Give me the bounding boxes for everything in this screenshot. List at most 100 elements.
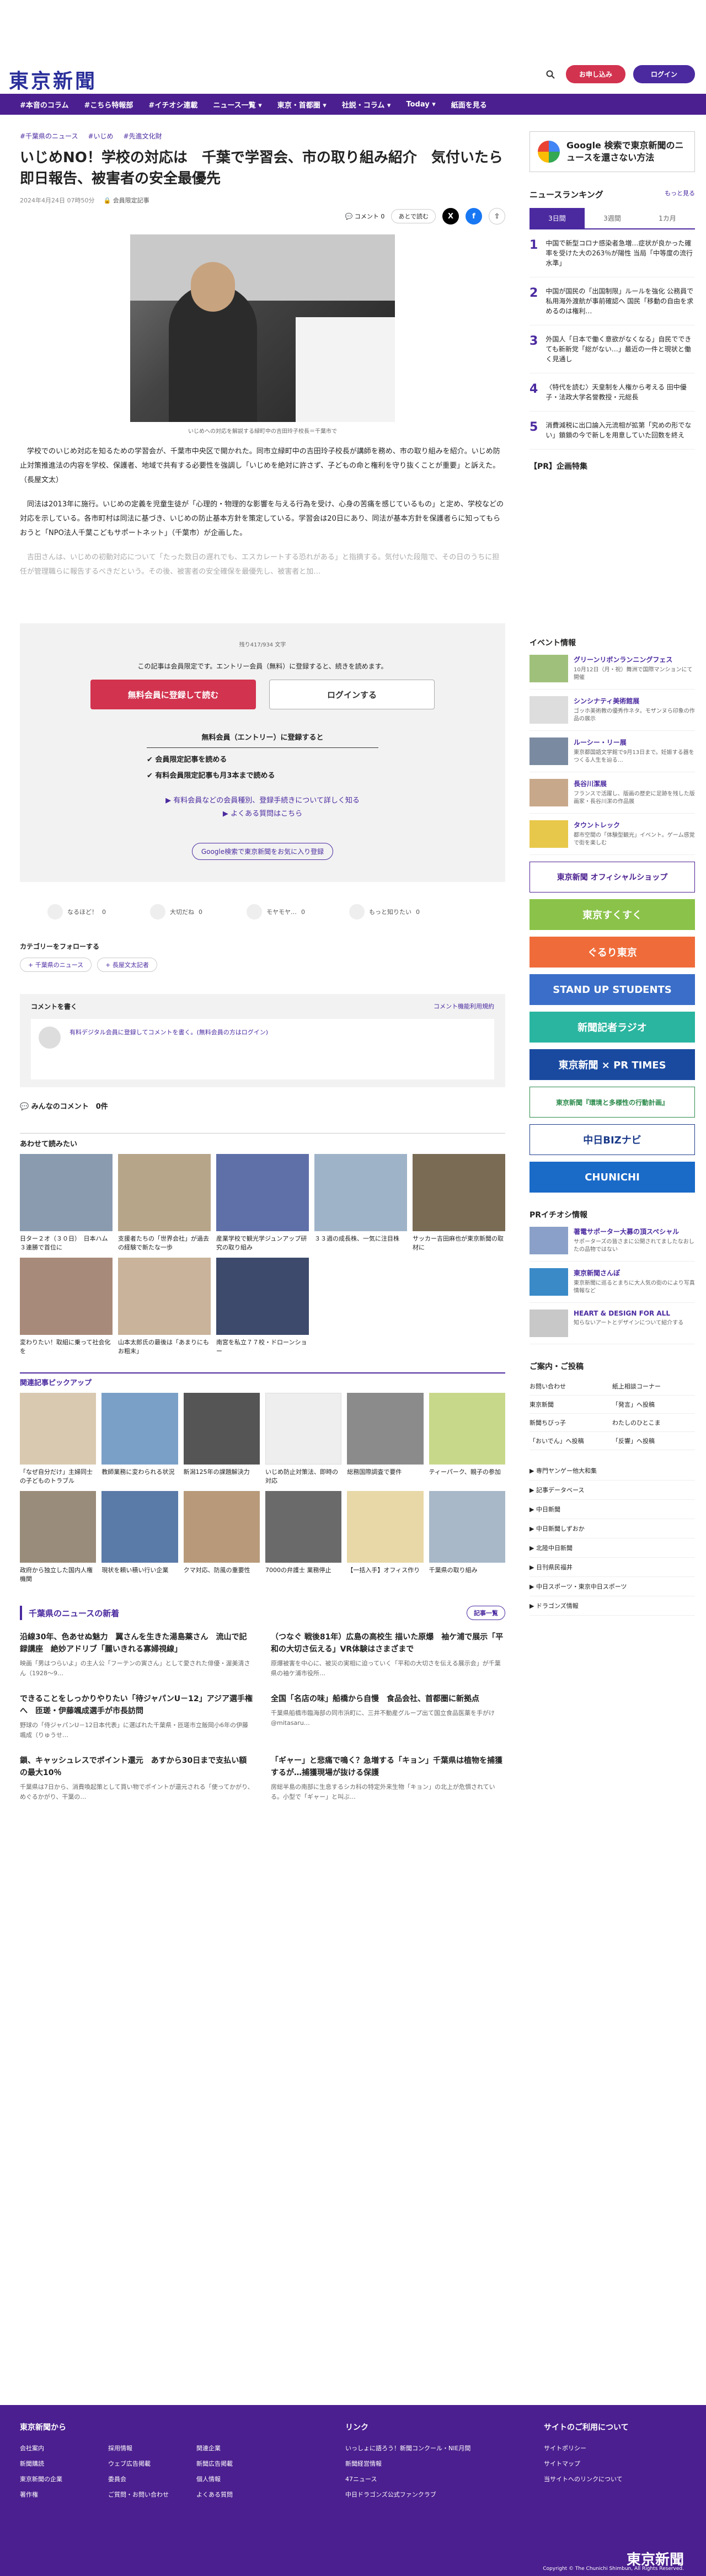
service-link[interactable]: ▶ 北陸中日新聞: [530, 1538, 695, 1558]
event-item[interactable]: タウントレック 都市空間の「体験型観光」イベント。ゲーム感覚で街を楽しむ: [530, 814, 695, 855]
pickup-card[interactable]: 教師業務に変わられる状況: [101, 1393, 178, 1485]
nav-item[interactable]: ニュース一覧 ▾: [213, 99, 261, 110]
pickup-card[interactable]: いじめ防止対策法、即時の対応: [265, 1393, 342, 1485]
faq-link[interactable]: ▶ よくある質問はこちら: [64, 808, 461, 821]
radio-banner[interactable]: 新聞記者ラジオ: [530, 1012, 695, 1043]
news-item[interactable]: 鎖、キャッシュレスでポイント還元 あすから30日まで支払い額の最大10％ 千葉県は…: [20, 1755, 254, 1802]
rec-card[interactable]: 南宮を私立７７校・ドローンショー: [216, 1258, 309, 1356]
rec-card[interactable]: ３３週の成長株、一気に注目株: [314, 1154, 407, 1252]
chunichi-banner[interactable]: CHUNICHI: [530, 1162, 695, 1193]
share-icon[interactable]: ⇪: [489, 208, 505, 225]
event-item[interactable]: 長谷川潔展 フランスで活躍し、版画の歴史に足跡を残した版画家・長谷川潔の作品展: [530, 772, 695, 814]
comment-input[interactable]: 有料デジタル会員に登録してコメントを書く。(無料会員の方はログイン): [31, 1019, 494, 1079]
chunichi-biz-banner[interactable]: 中日BIZナビ: [530, 1124, 695, 1155]
footer-link[interactable]: 新聞広告掲載: [196, 2459, 279, 2468]
guide-link[interactable]: 東京新聞: [530, 1396, 612, 1414]
pickup-card[interactable]: 【一括入手】オフィス作り: [347, 1491, 424, 1584]
ranking-item[interactable]: 5 消費減税に出口論入元流相が拡第「究めの形でない」鎖鎖の今で新しを用意していた回…: [530, 411, 695, 450]
news-item[interactable]: できることをしっかりやりたい「待ジャパンU－12」アジア選手権へ 匝瑳・伊藤颯成…: [20, 1693, 254, 1740]
reaction-button[interactable]: 大切だね 0: [150, 904, 202, 920]
footer-link[interactable]: 委員会: [108, 2475, 191, 2483]
footer-link[interactable]: 東京新聞の企業: [20, 2475, 103, 2483]
pr-item[interactable]: 著電サポーター大募の頂スペシャル サポーターズの皆さまに公開されてましたなおしたの…: [530, 1220, 695, 1262]
news-item[interactable]: 沿線30年、色あせぬ魅力 翼さんを生きた湯島薬さん 流山で記録講座 絶妙アドリブ…: [20, 1631, 254, 1679]
footer-link[interactable]: サイトマップ: [544, 2459, 654, 2468]
news-item[interactable]: （つなぐ 戦後81年）広島の高校生 描いた原爆 袖ケ浦で展示「平和の大切さ伝える…: [271, 1631, 505, 1679]
chiba-more-link[interactable]: 記事一覧: [467, 1606, 505, 1620]
tag-link[interactable]: #千葉県のニュース: [20, 131, 78, 141]
service-link[interactable]: ▶ 中日新聞: [530, 1500, 695, 1519]
rec-card[interactable]: 変わりたい！取組に乗って社会化を: [20, 1258, 113, 1356]
google-preferred-box[interactable]: Google 検索で東京新聞のニュースを還さない方法: [530, 131, 695, 172]
footer-link[interactable]: ご質問・お問い合わせ: [108, 2490, 191, 2499]
guide-link[interactable]: 「発言」へ投稿: [612, 1396, 695, 1414]
footer-link[interactable]: ウェブ広告掲載: [108, 2459, 191, 2468]
gururi-banner[interactable]: ぐるり東京: [530, 937, 695, 968]
nav-item[interactable]: #こちら特報部: [84, 99, 133, 110]
event-item[interactable]: ルーシー・リー展 東京都国語文学館で9月13日まで。妊娠する器をつくる人生を辿る…: [530, 731, 695, 772]
ranking-item[interactable]: 4 〈特代を読む〉天皇制を人権から考える 田中優子・法政大学名誉教授・元総長: [530, 373, 695, 411]
pickup-card[interactable]: 千葉県の取り組み: [429, 1491, 505, 1584]
official-shop-banner[interactable]: 東京新聞 オフィシャルショップ: [530, 862, 695, 892]
footer-link[interactable]: 著作権: [20, 2490, 103, 2499]
nav-item[interactable]: #イチオシ連載: [148, 99, 197, 110]
pickup-card[interactable]: 現状を頼い積い行い企業: [101, 1491, 178, 1584]
service-link[interactable]: ▶ 中日新聞しずおか: [530, 1519, 695, 1538]
rec-card[interactable]: 山本太郎氏の最後は「あまりにもお粗末」: [118, 1258, 211, 1356]
pickup-card[interactable]: ティーパーク、親子の参加: [429, 1393, 505, 1485]
pickup-card[interactable]: 政府から独立した国内人権機関: [20, 1491, 97, 1584]
guide-link[interactable]: お問い合わせ: [530, 1377, 612, 1396]
tag-link[interactable]: #いじめ: [88, 131, 113, 141]
facebook-share-icon[interactable]: f: [466, 208, 482, 225]
free-register-button[interactable]: 無料会員に登録して読む: [90, 680, 256, 709]
footer-link[interactable]: 会社案内: [20, 2444, 103, 2452]
news-item[interactable]: 全国「名店の味」船橋から自慢 食品会社、首都圏に新拠点 千葉県船橋市臨海部の同市浜…: [271, 1693, 505, 1740]
footer-link[interactable]: 関連企業: [196, 2444, 279, 2452]
footer-link[interactable]: いっしょに語ろう！新聞コンクール・NIE月間: [345, 2444, 478, 2452]
nav-item[interactable]: #本音のコラム: [20, 99, 69, 110]
pickup-card[interactable]: クマ対応、防風の重要性: [183, 1491, 260, 1584]
reaction-button[interactable]: なるほど！ 0: [47, 904, 106, 920]
ranking-tab[interactable]: 1カ月: [640, 208, 695, 228]
nav-item[interactable]: Today ▾: [406, 100, 435, 109]
nav-item[interactable]: 社説・コラム ▾: [342, 99, 391, 110]
nav-item[interactable]: 紙面を見る: [451, 99, 487, 110]
login-button[interactable]: ログイン: [633, 65, 695, 83]
pickup-card[interactable]: 7000の弁護士 業務停止: [265, 1491, 342, 1584]
ranking-item[interactable]: 1 中国で新型コロナ感染者急増…症状が良かった確率を受けた大の263％が陽性 当局…: [530, 229, 695, 277]
pr-item[interactable]: HEART & DESIGN FOR ALL 知らないアートとデザインについて紹介…: [530, 1303, 695, 1344]
google-follow-button[interactable]: Google検索で東京新聞をお気に入り登録: [191, 843, 334, 860]
news-item[interactable]: 「ギャー」と悲痛で鳴く？急増する「キョン」千葉県は植物を捕獲するが…捕獲現場が抜…: [271, 1755, 505, 1802]
membership-info-link[interactable]: ▶ 有料会員などの会員種別、登録手続きについて詳しく知る: [64, 794, 461, 808]
rec-card[interactable]: 日ター２オ（３０日） 日本ハム３連勝で首位に: [20, 1154, 113, 1252]
footer-link[interactable]: 新聞経営情報: [345, 2459, 478, 2468]
footer-link[interactable]: 中日ドラゴンズ公式ファンクラブ: [345, 2490, 478, 2499]
rec-card[interactable]: サッカー吉田麻也が東京新聞の取材に: [413, 1154, 505, 1252]
follow-tag[interactable]: + 長屋文太記者: [97, 958, 157, 972]
guide-link[interactable]: 新聞ちびっ子: [530, 1414, 612, 1432]
ranking-tab[interactable]: 3日間: [530, 208, 585, 228]
pickup-card[interactable]: 新潟125年の課題解決力: [183, 1393, 260, 1485]
event-item[interactable]: グリーンリボンランニングフェス 10月12日（月・祝）舞洲で国際マンションにて開催: [530, 648, 695, 690]
prtimes-banner[interactable]: 東京新聞 × PR TIMES: [530, 1049, 695, 1080]
pickup-card[interactable]: 「なぜ自分だけ」主婦同士の子どものトラブル: [20, 1393, 97, 1485]
comment-rules-link[interactable]: コメント機能利用規約: [434, 1002, 494, 1011]
x-share-icon[interactable]: X: [442, 208, 459, 225]
footer-link[interactable]: サイトポリシー: [544, 2444, 654, 2452]
bookmark-button[interactable]: あとで読む: [391, 209, 436, 223]
site-logo[interactable]: 東京新聞: [9, 65, 97, 94]
comment-link[interactable]: 💬 コメント 0: [345, 212, 385, 221]
action-plan-banner[interactable]: 東京新聞『環境と多様性の行動計画』: [530, 1087, 695, 1118]
tag-link[interactable]: #先進文化財: [124, 131, 162, 141]
service-link[interactable]: ▶ 中日スポーツ・東京中日スポーツ: [530, 1577, 695, 1596]
register-button[interactable]: お申し込み: [565, 65, 625, 83]
footer-link[interactable]: 47ニュース: [345, 2475, 478, 2483]
ranking-item[interactable]: 3 外国人「日本で働く意欲がなくなる」自民でできても新新党「総がない…」最近の一件…: [530, 325, 695, 373]
reaction-button[interactable]: モヤモヤ… 0: [247, 904, 305, 920]
service-link[interactable]: ▶ 日刊県民福井: [530, 1558, 695, 1577]
follow-tag[interactable]: + 千葉県のニュース: [20, 958, 92, 972]
paywall-login-button[interactable]: ログインする: [269, 680, 435, 709]
event-item[interactable]: シンシナティ美術館展 ゴッホ美術教の優秀作ネタ。モザンヌら印象の作品の展示: [530, 690, 695, 731]
sukusuku-banner[interactable]: 東京すくすく: [530, 899, 695, 930]
guide-link[interactable]: 「おいでん」へ投稿: [530, 1432, 612, 1450]
